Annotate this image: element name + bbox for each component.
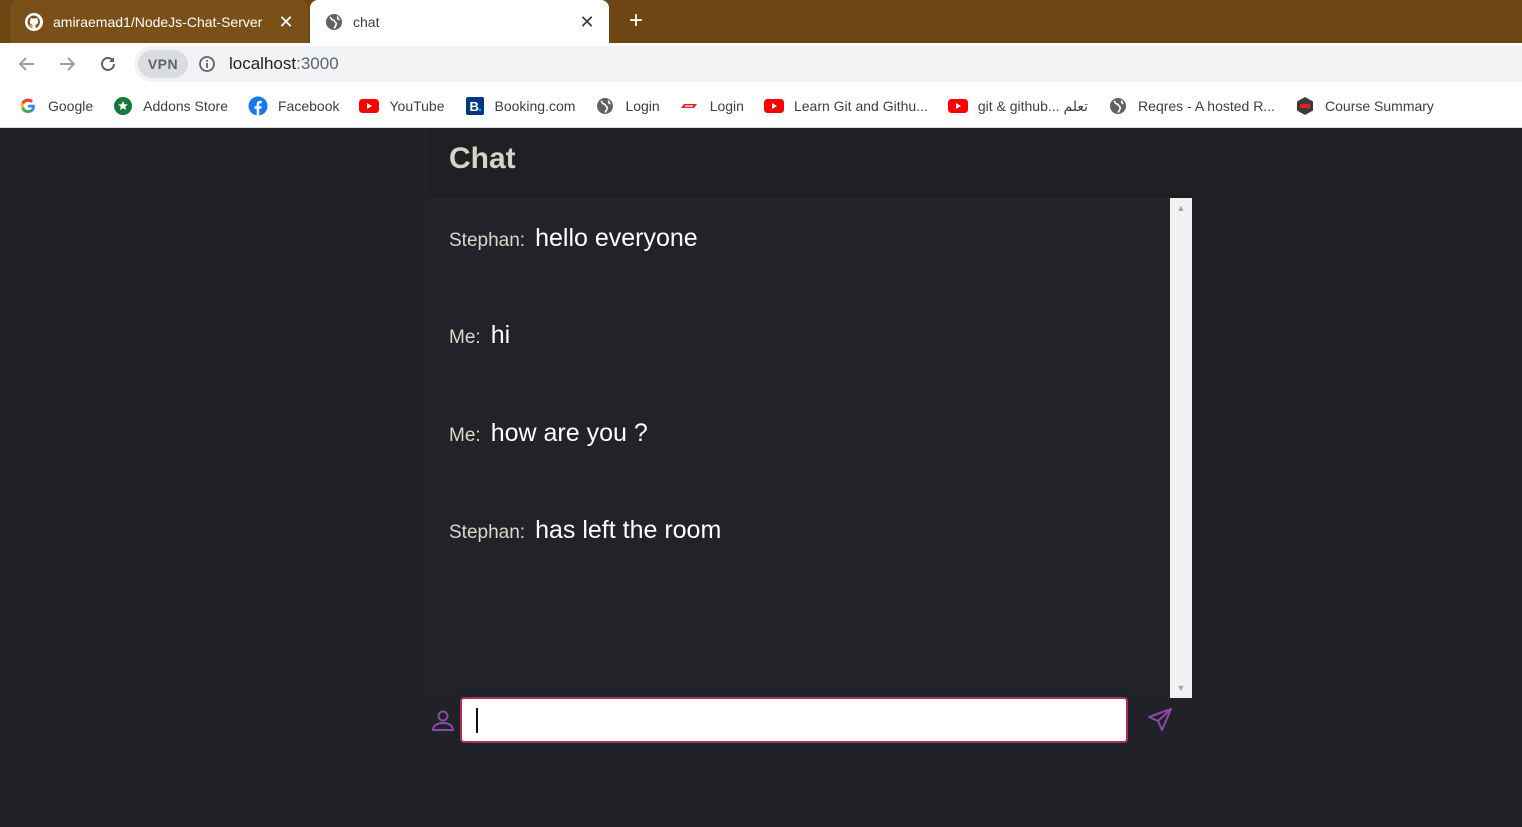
page-title: Chat	[449, 142, 516, 175]
user-icon	[430, 708, 456, 734]
bookmark-label: Course Summary	[1325, 98, 1434, 114]
message-input-wrapper	[457, 694, 1131, 746]
tab-chat[interactable]: chat ✕	[310, 0, 609, 43]
tab-title: chat	[353, 13, 380, 30]
bookmark-label: Login	[625, 98, 660, 114]
reload-icon	[101, 57, 115, 71]
bookmark-reqres[interactable]: Reqres - A hosted R...	[1108, 91, 1285, 121]
bookmark-label: Reqres - A hosted R...	[1138, 98, 1276, 114]
bookmark-addons-store[interactable]: Addons Store	[113, 91, 238, 121]
bookmark-course-summary[interactable]: Course Summary	[1295, 91, 1444, 121]
youtube-icon	[947, 96, 968, 116]
addons-store-icon	[113, 96, 133, 116]
chat-message: Stephan: has left the room	[449, 516, 721, 545]
login-logo-icon	[680, 96, 700, 116]
bookmark-booking[interactable]: B Booking.com	[465, 91, 586, 121]
info-icon[interactable]	[198, 55, 216, 73]
chat-message: Stephan: hello everyone	[449, 224, 698, 253]
bookmark-label: Google	[48, 98, 94, 114]
chat-container: Chat Stephan: hello everyone Me: hi Me: …	[430, 129, 1192, 746]
bookmark-label: git & github... تعلم	[977, 97, 1089, 114]
bookmarks-bar: Google Addons Store Facebook YouTube B B…	[0, 85, 1522, 128]
url-port: :3000	[296, 54, 339, 73]
booking-icon: B	[465, 96, 485, 116]
new-tab-button[interactable]: +	[622, 8, 650, 36]
page-content: Chat Stephan: hello everyone Me: hi Me: …	[0, 129, 1522, 827]
bookmark-learn-git[interactable]: Learn Git and Githu...	[763, 91, 938, 121]
bookmark-facebook[interactable]: Facebook	[248, 91, 349, 121]
message-text: has left the room	[535, 516, 722, 544]
url-text: localhost:3000	[229, 54, 339, 74]
tab-title: amiraemad1/NodeJs-Chat-Server	[53, 13, 263, 30]
bookmark-label: Addons Store	[143, 98, 228, 114]
url-host: localhost	[229, 54, 297, 73]
course-icon	[1295, 96, 1315, 116]
scroll-up-icon[interactable]: ▲	[1170, 200, 1192, 216]
message-text: hi	[490, 321, 511, 349]
github-icon	[25, 12, 43, 31]
bookmark-label: Booking.com	[494, 98, 576, 114]
browser-toolbar: VPN localhost:3000	[0, 43, 1522, 85]
chat-message: Me: how are you ?	[449, 419, 648, 448]
bookmark-label: Learn Git and Githu...	[793, 98, 928, 114]
google-icon	[18, 96, 38, 116]
message-composer	[430, 694, 1192, 746]
youtube-icon	[763, 96, 784, 116]
message-sender: Me:	[449, 327, 481, 348]
tab-strip: amiraemad1/NodeJs-Chat-Server ✕ chat ✕ +	[0, 0, 1522, 43]
bookmark-label: Login	[709, 98, 744, 114]
vpn-badge[interactable]: VPN	[138, 50, 188, 78]
send-button[interactable]	[1146, 706, 1174, 734]
chat-message: Me: hi	[449, 321, 510, 350]
back-button[interactable]	[14, 51, 40, 77]
bookmark-login-1[interactable]: Login	[595, 91, 669, 121]
globe-icon	[325, 13, 343, 31]
tab-github[interactable]: amiraemad1/NodeJs-Chat-Server ✕	[10, 0, 308, 43]
chat-header: Chat	[430, 129, 1192, 197]
facebook-icon	[248, 96, 268, 116]
message-sender: Stephan:	[449, 522, 526, 543]
bookmark-login-2[interactable]: Login	[680, 91, 754, 121]
bookmark-label: YouTube	[389, 98, 445, 114]
send-icon	[1148, 708, 1172, 731]
youtube-icon	[359, 96, 380, 116]
bookmark-youtube[interactable]: YouTube	[359, 91, 454, 121]
message-sender: Stephan:	[449, 230, 526, 251]
address-bar[interactable]: VPN localhost:3000	[134, 46, 1522, 82]
globe-icon	[1108, 96, 1128, 116]
back-arrow-icon	[18, 57, 34, 71]
bookmark-label: Facebook	[278, 98, 340, 114]
message-scrollbar[interactable]: ▲ ▼	[1170, 198, 1192, 698]
bookmark-git-github[interactable]: git & github... تعلم	[947, 91, 1098, 121]
close-tab-icon[interactable]: ✕	[276, 12, 296, 32]
message-text: hello everyone	[535, 224, 698, 252]
text-caret	[476, 708, 478, 733]
bookmark-google[interactable]: Google	[18, 91, 103, 121]
message-sender: Me:	[449, 425, 481, 446]
forward-arrow-icon	[60, 57, 76, 71]
message-list: Stephan: hello everyone Me: hi Me: how a…	[430, 198, 1170, 698]
message-input[interactable]	[460, 697, 1128, 743]
svg-text:B: B	[469, 99, 478, 114]
globe-icon	[595, 96, 615, 116]
message-text: how are you ?	[490, 419, 648, 447]
close-tab-icon[interactable]: ✕	[577, 12, 597, 32]
forward-button[interactable]	[54, 51, 80, 77]
reload-button[interactable]	[95, 51, 121, 77]
